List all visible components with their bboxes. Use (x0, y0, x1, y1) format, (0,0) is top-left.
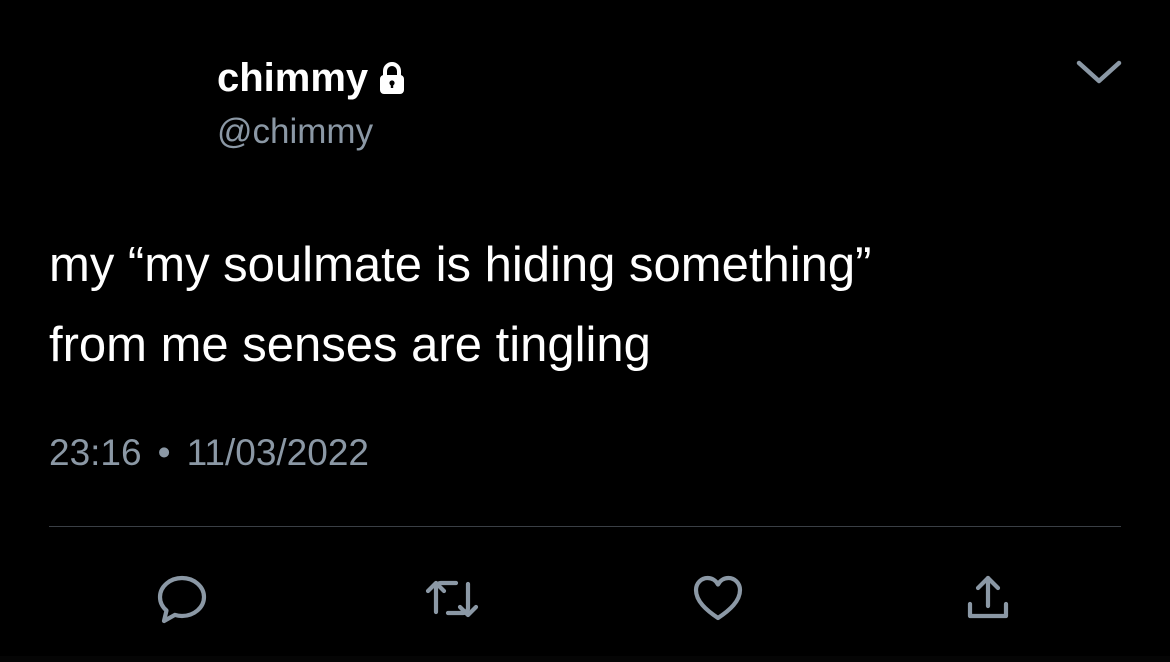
reply-button[interactable] (152, 568, 212, 628)
action-bar (0, 568, 1170, 628)
retweet-icon (422, 568, 482, 628)
retweet-button[interactable] (422, 568, 482, 628)
tweet-text: my “my soulmate is hiding something” fro… (49, 225, 1139, 385)
tweet-text-line: my “my soulmate is hiding something” (49, 238, 872, 292)
tweet-card: chimmy @chimmy my “my soulmate is hiding… (0, 0, 1170, 662)
bottom-edge (0, 656, 1170, 662)
chevron-down-icon[interactable] (1074, 54, 1124, 88)
share-button[interactable] (958, 568, 1018, 628)
tweet-time: 23:16 (49, 432, 142, 473)
tweet-header: chimmy @chimmy (217, 52, 410, 152)
display-name[interactable]: chimmy (217, 56, 368, 101)
tweet-date: 11/03/2022 (186, 432, 369, 473)
user-handle[interactable]: @chimmy (217, 112, 410, 152)
divider (49, 526, 1121, 527)
lock-icon (374, 58, 410, 98)
share-icon (958, 568, 1018, 628)
tweet-text-line: from me senses are tingling (49, 318, 651, 372)
reply-icon (154, 570, 210, 626)
name-row: chimmy (217, 52, 410, 104)
heart-icon (688, 568, 748, 628)
like-button[interactable] (688, 568, 748, 628)
tweet-timestamp: 23:16 • 11/03/2022 (49, 430, 369, 476)
meta-separator: • (157, 432, 171, 473)
